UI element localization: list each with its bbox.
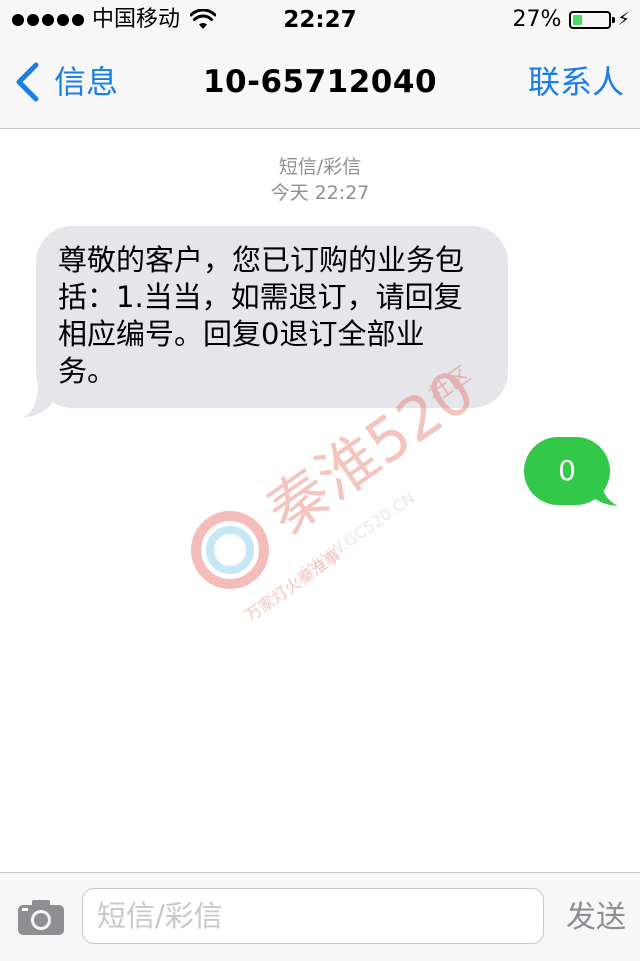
navigation-bar: 信息 10-65712040 联系人 bbox=[0, 40, 640, 129]
battery-level bbox=[573, 15, 583, 25]
svg-text:万家灯火秦淮事: 万家灯火秦淮事 bbox=[241, 546, 344, 620]
conversation-meta: 短信/彩信 今天 22:27 bbox=[0, 154, 640, 206]
battery-percent: 27% bbox=[512, 7, 562, 32]
status-bar: 中国移动 22:27 27% ⚡ bbox=[0, 0, 640, 40]
battery-icon bbox=[569, 11, 616, 29]
message-input[interactable] bbox=[82, 888, 544, 944]
camera-icon[interactable] bbox=[16, 897, 66, 937]
message-timestamp: 今天 22:27 bbox=[270, 182, 370, 204]
send-button[interactable]: 发送 bbox=[566, 899, 626, 937]
compose-bar: 发送 bbox=[0, 872, 640, 961]
watermark-logo: 秦淮520 WWW.GC520.CN 万家灯火秦淮事 社区 bbox=[191, 360, 480, 620]
bolt-icon: ⚡ bbox=[617, 9, 630, 30]
contact-button[interactable]: 联系人 bbox=[528, 62, 624, 102]
service-type-label: 短信/彩信 bbox=[278, 156, 362, 178]
outgoing-message-bubble[interactable]: 0 bbox=[524, 437, 610, 505]
status-right: 27% ⚡ bbox=[512, 6, 630, 34]
